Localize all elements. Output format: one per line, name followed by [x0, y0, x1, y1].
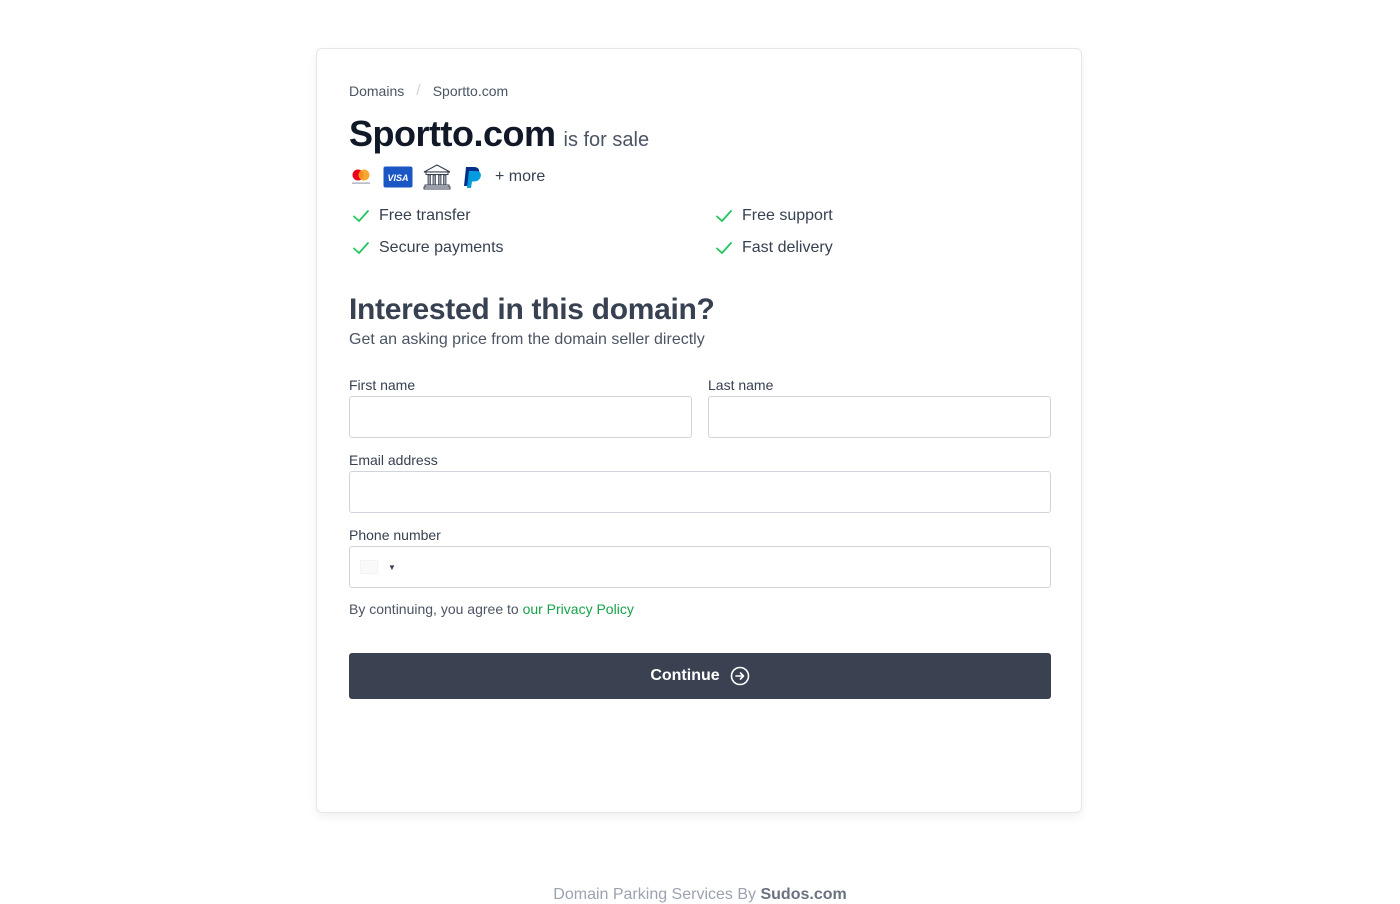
sale-status: is for sale	[563, 129, 650, 151]
email-input[interactable]	[349, 471, 1051, 513]
visa-text: VISA	[387, 173, 408, 183]
breadcrumb-domains-link[interactable]: Domains	[349, 83, 404, 99]
arrow-circle-right-icon	[730, 666, 749, 686]
form-subheading: Get an asking price from the domain sell…	[349, 331, 705, 348]
feature-label: Secure payments	[379, 239, 504, 256]
check-icon	[353, 210, 369, 222]
feature-item: Free support	[712, 205, 1051, 227]
phone-field: ▼	[349, 546, 1051, 588]
feature-label: Fast delivery	[742, 239, 833, 256]
phone-group: Phone number ▼	[349, 525, 1051, 588]
card-content: Domains / Sportto.com Sportto.com is for…	[349, 79, 1051, 699]
feature-item: Free transfer	[349, 205, 712, 227]
title-row: Sportto.com is for sale	[349, 113, 1051, 155]
last-name-label: Last name	[708, 377, 774, 393]
feature-label: Free support	[742, 207, 833, 224]
visa-icon: VISA	[383, 166, 413, 188]
paypal-icon	[461, 165, 483, 189]
check-icon	[716, 210, 732, 222]
mastercard-icon	[349, 168, 373, 186]
page-title: Sportto.com	[349, 113, 556, 154]
continue-label: Continue	[650, 667, 720, 684]
footer-brand-link[interactable]: Sudos.com	[760, 886, 846, 903]
continue-button[interactable]: Continue	[349, 653, 1051, 699]
breadcrumb-current: Sportto.com	[432, 83, 509, 99]
consent-text: By continuing, you agree to our Privacy …	[349, 601, 1051, 617]
breadcrumb-separator: /	[416, 82, 421, 99]
payment-methods: VISA + more	[349, 163, 1051, 191]
consent-prefix: By continuing, you agree to	[349, 601, 519, 617]
bank-icon	[423, 164, 451, 190]
country-dropdown-caret-icon[interactable]: ▼	[388, 563, 396, 572]
more-payments-label: + more	[495, 168, 546, 185]
footer: Domain Parking Services By Sudos.com	[0, 886, 1400, 904]
phone-input[interactable]	[395, 548, 1050, 586]
privacy-policy-link[interactable]: our Privacy Policy	[523, 601, 634, 617]
check-icon	[716, 242, 732, 254]
breadcrumb: Domains / Sportto.com	[349, 79, 1051, 103]
first-name-group: First name	[349, 375, 692, 438]
phone-label: Phone number	[349, 527, 441, 543]
footer-text: Domain Parking Services By	[553, 886, 757, 903]
feature-label: Free transfer	[379, 207, 471, 224]
email-group: Email address	[349, 450, 1051, 513]
feature-list: Free transfer Free support Secure paymen…	[349, 205, 1051, 259]
first-name-input[interactable]	[349, 396, 692, 438]
last-name-input[interactable]	[708, 396, 1051, 438]
name-row: First name Last name	[349, 375, 1051, 438]
last-name-group: Last name	[708, 375, 1051, 438]
sale-card: Domains / Sportto.com Sportto.com is for…	[316, 48, 1082, 813]
feature-item: Fast delivery	[712, 237, 1051, 259]
country-flag-icon[interactable]	[360, 560, 378, 574]
form-heading: Interested in this domain?	[349, 293, 715, 326]
email-label: Email address	[349, 452, 438, 468]
first-name-label: First name	[349, 377, 416, 393]
feature-item: Secure payments	[349, 237, 712, 259]
check-icon	[353, 242, 369, 254]
